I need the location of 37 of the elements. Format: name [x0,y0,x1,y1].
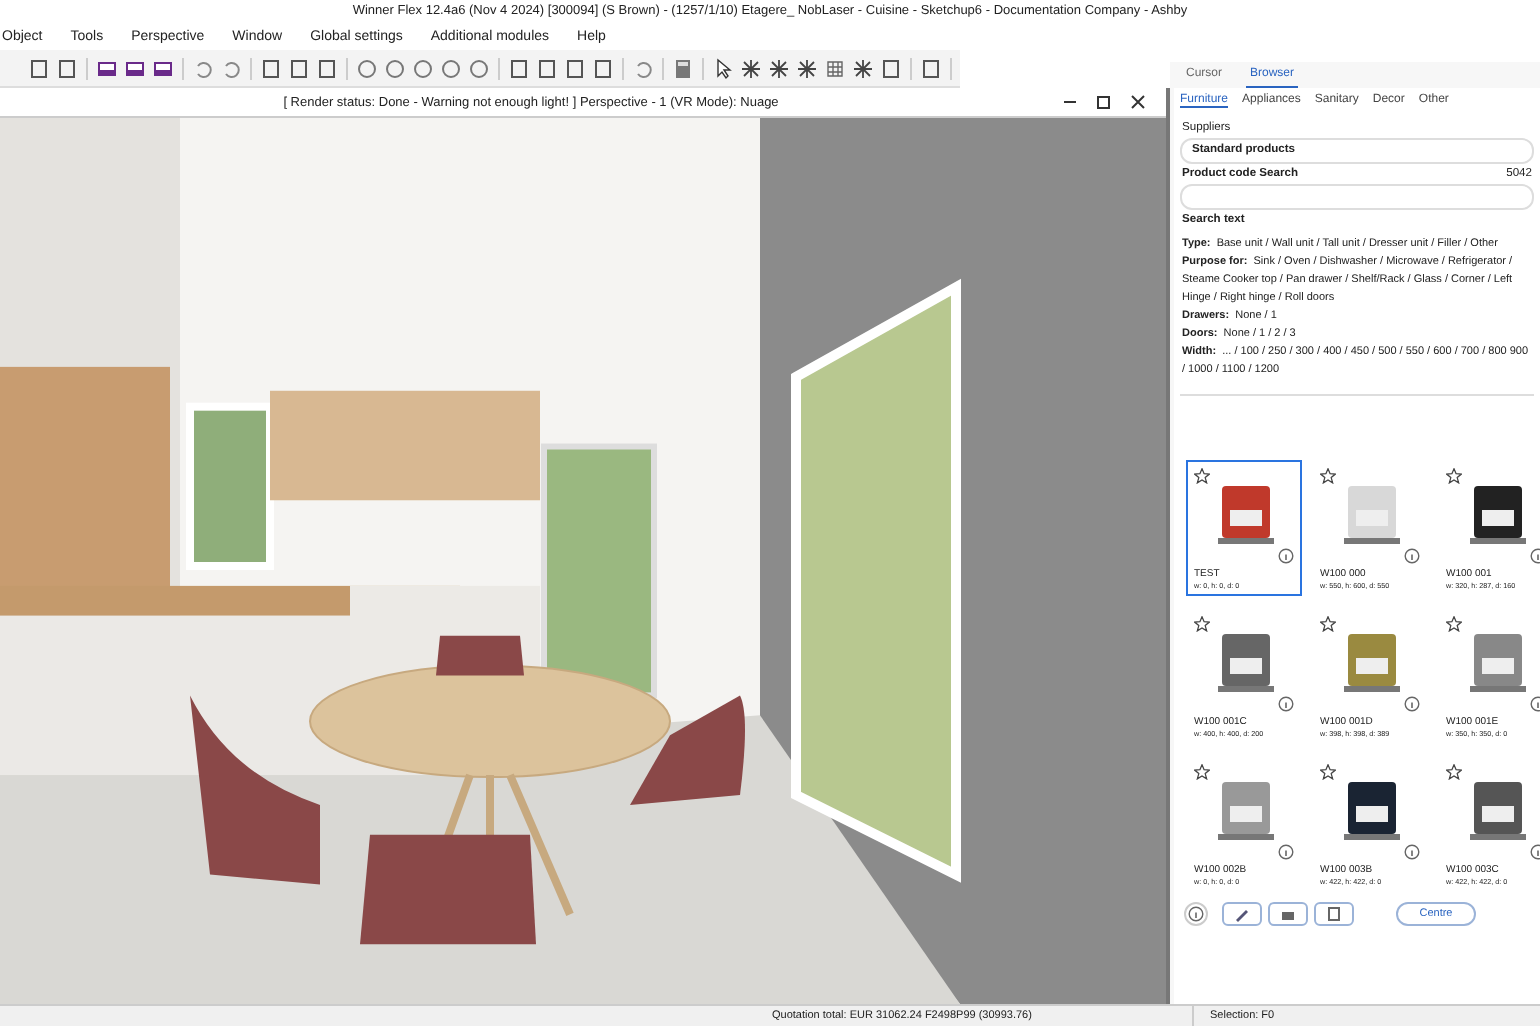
screen-icon[interactable] [96,57,118,79]
star-icon[interactable] [1320,468,1336,484]
refresh-icon[interactable] [632,57,654,79]
grid-icon[interactable] [824,57,846,79]
info-icon[interactable] [1278,548,1294,564]
info-button[interactable] [1184,902,1208,926]
star-icon[interactable] [740,57,762,79]
tool-button[interactable] [1314,902,1354,926]
star-icon[interactable] [1446,764,1462,780]
screen-icon[interactable] [124,57,146,79]
star-icon[interactable] [1194,616,1210,632]
cursor-icon[interactable] [712,57,734,79]
star-icon[interactable] [852,57,874,79]
restore-icon[interactable] [1096,94,1112,110]
info-icon [1188,906,1204,922]
info-icon[interactable] [1404,696,1420,712]
star-icon[interactable] [1446,616,1462,632]
info-icon[interactable] [1278,844,1294,860]
tool-button[interactable] [1222,902,1262,926]
undo-icon[interactable] [192,57,214,79]
screen-icon[interactable] [152,57,174,79]
info-icon[interactable] [1404,844,1420,860]
star-icon[interactable] [1194,764,1210,780]
star-icon[interactable] [1194,468,1210,484]
star-icon[interactable] [1320,764,1336,780]
close-icon[interactable] [1130,94,1146,110]
pencil-icon [1234,906,1250,922]
star-icon[interactable] [768,57,790,79]
star-icon[interactable] [1320,616,1336,632]
product-code-field[interactable] [1180,184,1534,210]
calculator-icon[interactable] [672,57,694,79]
star-icon[interactable] [1446,468,1462,484]
tool-button[interactable] [1268,902,1308,926]
info-icon[interactable] [1278,696,1294,712]
info-icon[interactable] [1404,548,1420,564]
star-icon[interactable] [796,57,818,79]
redo-icon[interactable] [220,57,242,79]
